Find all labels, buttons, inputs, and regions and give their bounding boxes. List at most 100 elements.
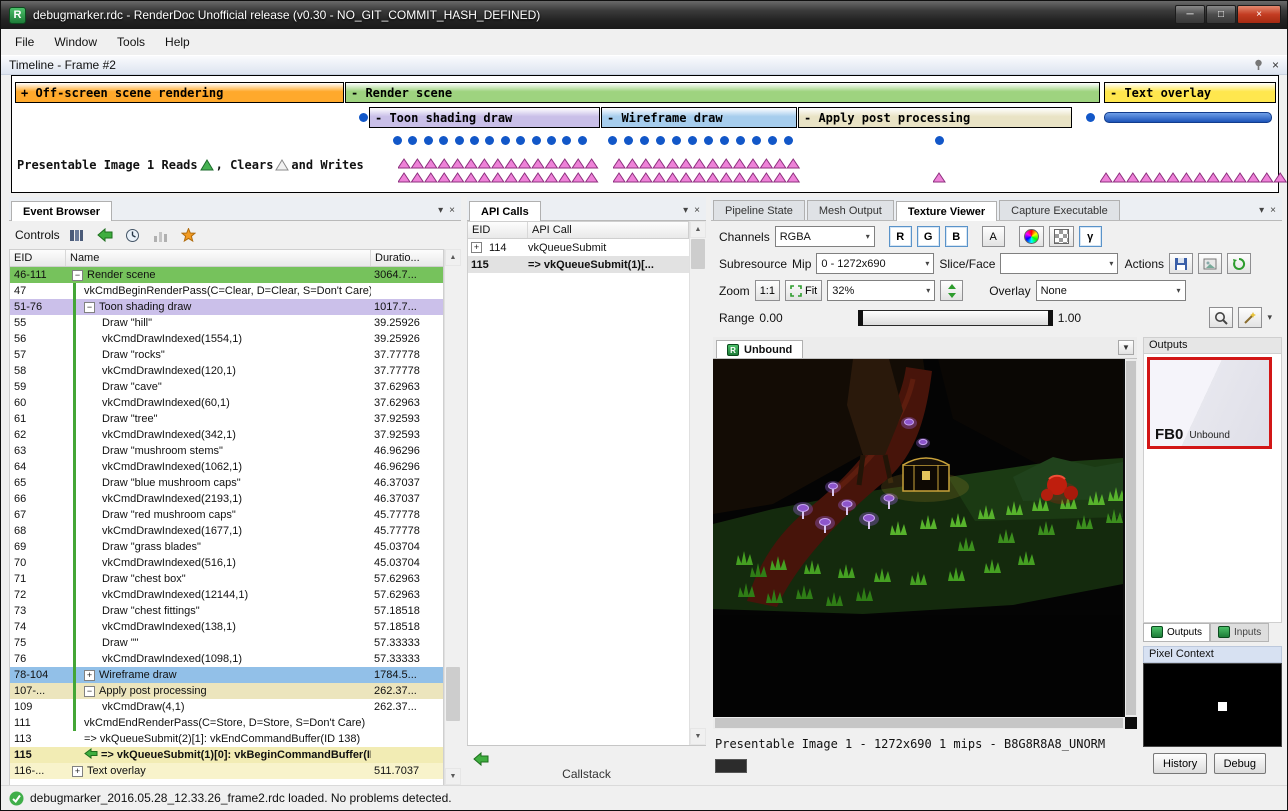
timeline-draw-dot[interactable] [359,113,368,122]
tab-api-calls[interactable]: API Calls [469,201,541,221]
scroll-down-icon[interactable]: ▼ [445,768,461,785]
expander-minus-icon[interactable]: − [84,302,95,313]
save-texture-button[interactable] [1169,253,1193,274]
timeline-write-markers[interactable] [1100,172,1288,183]
minimize-button[interactable]: ─ [1175,5,1205,24]
timeline-draw-dot[interactable] [439,136,448,145]
timeline-close-icon[interactable]: × [1272,58,1279,72]
event-row-62[interactable]: 62vkCmdDrawIndexed(342,1)37.92593 [10,427,443,443]
tab-pipeline-state[interactable]: Pipeline State [713,200,805,220]
menu-tools[interactable]: Tools [107,31,155,53]
event-row-61[interactable]: 61Draw "tree"37.92593 [10,411,443,427]
menu-file[interactable]: File [5,31,44,53]
fb0-thumbnail[interactable]: FB0 Unbound [1147,357,1272,449]
event-row-58[interactable]: 58vkCmdDrawIndexed(120,1)37.77778 [10,363,443,379]
timeline-write-markers[interactable] [398,158,601,169]
channel-alpha-button[interactable]: A [982,226,1005,247]
timeline-write-markers[interactable] [613,158,803,169]
scrollbar-thumb[interactable] [691,239,705,269]
range-min-value[interactable]: 0.00 [759,311,782,325]
overlay-select[interactable]: None▾ [1036,280,1186,301]
event-row-107-...[interactable]: 107-...−Apply post processing262.37... [10,683,443,699]
zoom-1-1-button[interactable]: 1:1 [755,280,780,301]
dock-close-icon[interactable]: × [694,205,700,216]
event-row-71[interactable]: 71Draw "chest box"57.62963 [10,571,443,587]
event-row-75[interactable]: 75Draw ""57.33333 [10,635,443,651]
event-row-70[interactable]: 70vkCmdDrawIndexed(516,1)45.03704 [10,555,443,571]
event-row-111[interactable]: 111vkCmdEndRenderPass(C=Store, D=Store, … [10,715,443,731]
column-duration[interactable]: Duratio... [371,250,443,266]
flip-y-button[interactable] [940,280,963,301]
texture-image[interactable] [713,359,1123,717]
channel-red-button[interactable]: R [889,226,912,247]
event-row-51-76[interactable]: 51-76−Toon shading draw1017.7... [10,299,443,315]
select-columns-icon[interactable] [66,224,88,246]
pixel-context-view[interactable] [1143,663,1282,747]
timeline-draw-dot[interactable] [501,136,510,145]
event-row-73[interactable]: 73Draw "chest fittings"57.18518 [10,603,443,619]
scrollbar-thumb[interactable] [1126,361,1136,715]
column-api-call[interactable]: API Call [528,222,688,238]
tab-mesh-output[interactable]: Mesh Output [807,200,894,220]
event-row-46-111[interactable]: 46-111−Render scene3064.7... [10,267,443,283]
scroll-up-icon[interactable]: ▲ [690,221,706,238]
range-tools-button[interactable] [1238,307,1262,328]
menu-window[interactable]: Window [44,31,107,53]
event-row-64[interactable]: 64vkCmdDrawIndexed(1062,1)46.96296 [10,459,443,475]
scroll-up-icon[interactable]: ▲ [445,249,461,266]
event-browser-scrollbar[interactable]: ▲ ▼ [444,249,461,785]
pin-icon[interactable] [1253,59,1264,71]
timeline-dock-header[interactable]: Timeline - Frame #2 × [1,55,1287,75]
api-row-114[interactable]: +114vkQueueSubmit [468,239,689,256]
texture-tab-unbound[interactable]: R Unbound [716,340,803,358]
autofit-range-button[interactable] [1209,307,1233,328]
event-row-59[interactable]: 59Draw "cave"37.62963 [10,379,443,395]
timeline-draw-dot[interactable] [935,136,944,145]
texture-viewport[interactable] [713,359,1137,729]
timeline-draw-dot[interactable] [470,136,479,145]
maximize-button[interactable]: □ [1206,5,1236,24]
timeline-band[interactable]: + Off-screen scene rendering [15,82,344,103]
timeline-draw-dot[interactable] [424,136,433,145]
event-row-60[interactable]: 60vkCmdDrawIndexed(60,1)37.62963 [10,395,443,411]
timeline-band[interactable]: - Text overlay [1104,82,1276,103]
stats-icon[interactable] [150,224,172,246]
gamma-button[interactable]: γ [1079,226,1102,247]
viewport-hscrollbar[interactable] [713,717,1125,729]
timeline-draw-dot[interactable] [752,136,761,145]
event-row-68[interactable]: 68vkCmdDrawIndexed(1677,1)45.77778 [10,523,443,539]
refresh-button[interactable] [1227,253,1251,274]
column-name[interactable]: Name [66,250,371,266]
timeline-overlay-bar[interactable] [1104,112,1272,123]
event-row-63[interactable]: 63Draw "mushroom stems"46.96296 [10,443,443,459]
tab-texture-viewer[interactable]: Texture Viewer [896,201,997,221]
timeline-write-markers[interactable] [613,172,803,183]
dock-collapse-icon[interactable]: ▾ [438,205,443,216]
event-row-66[interactable]: 66vkCmdDrawIndexed(2193,1)46.37037 [10,491,443,507]
event-row-78-104[interactable]: 78-104+Wireframe draw1784.5... [10,667,443,683]
event-row-65[interactable]: 65Draw "blue mushroom caps"46.37037 [10,475,443,491]
timeline-draw-dot[interactable] [532,136,541,145]
api-calls-scrollbar[interactable]: ▲ ▼ [689,221,706,745]
timeline-write-markers[interactable] [933,172,949,183]
expander-minus-icon[interactable]: − [72,270,83,281]
background-checker-button[interactable] [1049,226,1074,247]
timeline-draw-dot[interactable] [408,136,417,145]
scroll-down-icon[interactable]: ▼ [690,728,706,745]
column-eid[interactable]: EID [468,222,528,238]
column-eid[interactable]: EID [10,250,66,266]
api-row-115[interactable]: 115=> vkQueueSubmit(1)[... [468,256,689,273]
expander-plus-icon[interactable]: + [72,766,83,777]
fit-button[interactable]: Fit [785,280,822,301]
timeline-draw-dot[interactable] [485,136,494,145]
slice-face-select[interactable]: ▾ [1000,253,1118,274]
timeline-draw-dot[interactable] [640,136,649,145]
event-row-76[interactable]: 76vkCmdDrawIndexed(1098,1)57.33333 [10,651,443,667]
timeline-draw-dot[interactable] [455,136,464,145]
timeline-draw-dot[interactable] [784,136,793,145]
dock-close-icon[interactable]: × [1270,205,1276,216]
dock-collapse-icon[interactable]: ▾ [683,205,688,216]
timeline-band[interactable]: - Apply post processing [798,107,1072,128]
timeline-draw-dot[interactable] [578,136,587,145]
range-black-handle[interactable] [858,310,863,326]
